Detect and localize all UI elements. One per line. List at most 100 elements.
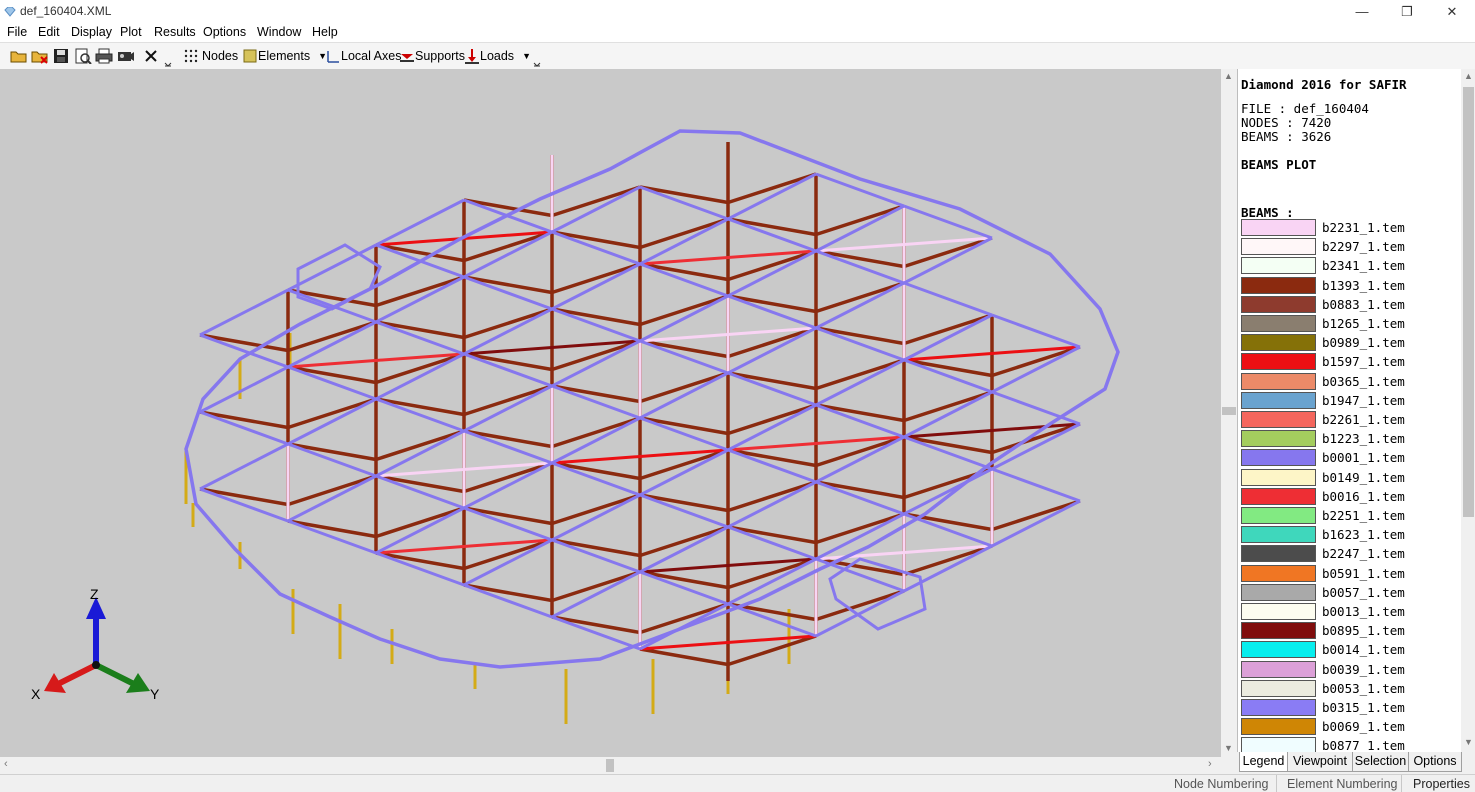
legend-swatch (1241, 219, 1316, 236)
elements-label: Elements (258, 49, 311, 63)
save-icon[interactable] (53, 46, 69, 66)
menu-edit[interactable]: Edit (38, 25, 60, 39)
open-folder-icon[interactable] (10, 46, 28, 66)
menu-help[interactable]: Help (312, 25, 338, 39)
legend-label: b0014_1.tem (1322, 642, 1405, 658)
legend-item: b0013_1.tem (1240, 602, 1462, 621)
supports-label: Supports (415, 49, 466, 63)
menu-file[interactable]: File (7, 25, 27, 39)
tab-viewpoint[interactable]: Viewpoint (1287, 752, 1353, 772)
legend-item: b0069_1.tem (1240, 717, 1462, 736)
panel-scroll-up-icon[interactable]: ▲ (1464, 71, 1473, 81)
legend-label: b1223_1.tem (1322, 431, 1405, 447)
legend-label: b0013_1.tem (1322, 604, 1405, 619)
menu-display[interactable]: Display (71, 25, 112, 39)
legend-item: b1947_1.tem (1240, 391, 1462, 410)
scroll-right-icon[interactable]: › (1208, 758, 1212, 770)
legend-label: b2247_1.tem (1322, 546, 1405, 562)
legend-label: b1265_1.tem (1322, 316, 1405, 331)
print-icon[interactable] (95, 46, 113, 66)
legend-swatch (1241, 372, 1316, 390)
legend-swatch (1241, 334, 1316, 352)
scroll-left-icon[interactable]: ‹ (4, 758, 8, 770)
tab-selection[interactable]: Selection (1352, 752, 1409, 772)
menu-plot[interactable]: Plot (120, 25, 142, 39)
elements-icon (243, 49, 257, 63)
panel-heading: Diamond 2016 for SAFIR (1241, 77, 1407, 92)
legend-label: b0315_1.tem (1322, 700, 1405, 715)
panel-plot-title: BEAMS PLOT (1241, 157, 1317, 172)
legend-item: b1623_1.tem (1240, 525, 1462, 544)
legend-swatch (1241, 391, 1316, 409)
legend-item: b1223_1.tem (1240, 429, 1462, 448)
menu-results[interactable]: Results (154, 25, 196, 39)
scroll-up-icon[interactable]: ▲ (1224, 71, 1233, 81)
legend-swatch (1241, 487, 1316, 505)
supports-button[interactable]: Supports (399, 46, 465, 66)
legend-label: b0365_1.tem (1322, 373, 1405, 389)
viewport-horizontal-scrollbar[interactable]: ‹ › (0, 757, 1221, 774)
close-icon[interactable]: ✕ (1429, 0, 1475, 23)
panel-scroll-down-icon[interactable]: ▼ (1464, 737, 1473, 747)
local-axes-label: Local Axes (341, 49, 402, 63)
panel-beams-count: BEAMS : 3626 (1241, 129, 1332, 144)
title-bar: def_160404.XML — ❐ ✕ (0, 0, 1475, 23)
legend-swatch (1241, 315, 1316, 332)
legend-label: b1623_1.tem (1322, 527, 1405, 543)
loads-button[interactable]: Loads ▼ (464, 46, 531, 66)
legend-item: b1597_1.tem (1240, 352, 1462, 371)
horizontal-scroll-thumb[interactable] (606, 759, 614, 772)
legend-swatch (1241, 660, 1316, 678)
legend-label: b0877_1.tem (1322, 738, 1405, 752)
panel-scrollbar[interactable]: ▲ ▼ (1461, 69, 1475, 752)
z-label: Z (90, 587, 99, 602)
legend-item: b0057_1.tem (1240, 583, 1462, 602)
tab-options[interactable]: Options (1408, 752, 1462, 772)
legend-label: b2231_1.tem (1322, 220, 1405, 235)
vertical-scroll-thumb[interactable] (1222, 407, 1236, 415)
structure-viewport[interactable]: Z X Y (0, 69, 1221, 757)
y-label: Y (150, 686, 160, 702)
status-bar: Node Numbering Element Numbering Propert… (0, 774, 1475, 792)
scroll-down-icon[interactable]: ▼ (1224, 743, 1233, 753)
tab-legend[interactable]: Legend (1239, 752, 1288, 772)
legend-swatch (1241, 449, 1316, 467)
open-recent-icon[interactable] (31, 46, 49, 66)
nodes-grid-icon (184, 49, 198, 63)
menu-options[interactable]: Options (203, 25, 246, 39)
elements-button[interactable]: Elements ▼ (242, 46, 327, 66)
nodes-button[interactable]: Nodes (182, 46, 238, 66)
print-preview-icon[interactable] (74, 46, 92, 66)
legend-item: b0315_1.tem (1240, 698, 1462, 717)
panel-scroll-thumb[interactable] (1463, 87, 1474, 517)
delete-icon[interactable] (143, 46, 159, 66)
loads-dropdown-icon[interactable]: ▼ (522, 51, 531, 61)
legend-swatch (1241, 507, 1316, 524)
legend-panel: Diamond 2016 for SAFIR FILE : def_160404… (1237, 69, 1475, 752)
legend-item: b2261_1.tem (1240, 410, 1462, 429)
loads-label: Loads (480, 49, 515, 63)
legend-item: b2297_1.tem (1240, 237, 1462, 256)
legend-item: b0989_1.tem (1240, 333, 1462, 352)
legend-label: b0039_1.tem (1322, 661, 1405, 677)
legend-item: b0053_1.tem (1240, 679, 1462, 698)
camera-icon[interactable] (117, 46, 135, 66)
element-numbering-button[interactable]: Element Numbering (1287, 777, 1397, 791)
properties-button[interactable]: Properties (1413, 777, 1470, 791)
legend-item: b1265_1.tem (1240, 314, 1462, 333)
menu-window[interactable]: Window (257, 25, 301, 39)
legend-item: b0149_1.tem (1240, 468, 1462, 487)
node-numbering-button[interactable]: Node Numbering (1174, 777, 1269, 791)
legend-swatch (1241, 468, 1316, 486)
beams-3d-model[interactable] (0, 69, 1221, 757)
legend-swatch (1241, 430, 1316, 448)
legend-item: b0895_1.tem (1240, 621, 1462, 640)
legend-item: b2251_1.tem (1240, 506, 1462, 525)
viewport-vertical-scrollbar[interactable]: ▲ ▼ (1221, 69, 1237, 757)
minimize-icon[interactable]: — (1339, 0, 1385, 23)
legend-swatch (1241, 564, 1316, 582)
local-axes-button[interactable]: Local Axes (325, 46, 401, 66)
legend-swatch (1241, 257, 1316, 275)
restore-icon[interactable]: ❐ (1384, 0, 1430, 23)
local-axes-icon (327, 51, 339, 63)
